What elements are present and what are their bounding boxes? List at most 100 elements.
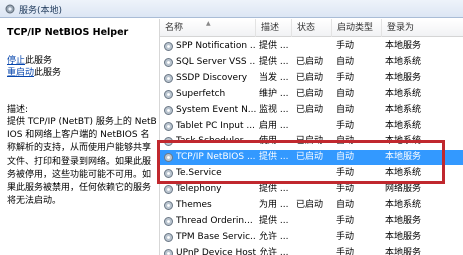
service-row[interactable]: Superfetch 维护 ... 已启动 自动 本地系统 xyxy=(160,87,463,102)
service-row[interactable]: Tablet PC Input ... 启用 ... 手动 本地系统 xyxy=(160,119,463,134)
service-startup-type: 自动 xyxy=(336,88,355,99)
service-gear-icon xyxy=(163,41,174,52)
service-logon-as: 本地系统 xyxy=(385,88,422,99)
list-header: 名称 ▲ 描述 状态 启动类型 登录为 xyxy=(160,19,463,37)
service-desc: 监视 ... xyxy=(259,104,289,115)
service-desc: 维护 ... xyxy=(259,88,289,99)
service-name: SSDP Discovery xyxy=(176,72,248,83)
service-logon-as: 本地服务 xyxy=(385,72,422,83)
service-row[interactable]: SSDP Discovery 当发 ... 已启动 手动 本地服务 xyxy=(160,71,463,86)
service-gear-icon xyxy=(163,248,174,255)
column-header-description[interactable]: 描述 xyxy=(256,19,292,37)
service-row[interactable]: SPP Notification ... 提供 ... 手动 本地服务 xyxy=(160,39,463,54)
service-status xyxy=(296,230,331,245)
service-logon-as: 网络服务 xyxy=(385,184,422,195)
service-startup-type: 自动 xyxy=(336,104,355,115)
service-gear-icon xyxy=(163,232,174,243)
service-gear-icon xyxy=(163,200,174,211)
service-status xyxy=(296,166,331,181)
service-name: TPM Base Servic... xyxy=(176,231,256,242)
service-logon-as: 本地系统 xyxy=(385,120,422,131)
service-row[interactable]: Themes 为用 ... 已启动 自动 本地系统 xyxy=(160,198,463,213)
service-name: Task Scheduler xyxy=(176,136,244,147)
service-logon-as: 本地系统 xyxy=(385,56,422,67)
service-name: Thread Orderin... xyxy=(176,215,253,226)
service-status: 已启动 xyxy=(296,152,324,163)
column-header-name-label: 名称 xyxy=(165,23,184,33)
service-name: UPnP Device Host xyxy=(176,247,256,255)
service-startup-type: 自动 xyxy=(336,56,355,67)
service-description: 提供 TCP/IP (NetBT) 服务上的 NetBIOS 和网络上客户端的 … xyxy=(7,117,157,207)
restart-link[interactable]: 重启动 xyxy=(7,68,34,78)
panel-title: 服务(本地) xyxy=(19,6,63,16)
column-header-status[interactable]: 状态 xyxy=(292,19,332,37)
service-name: TCP/IP NetBIOS ... xyxy=(176,152,256,163)
service-desc: 提供 ... xyxy=(259,41,289,51)
service-name: SQL Server VSS ... xyxy=(176,56,256,67)
service-status xyxy=(296,119,331,134)
service-logon-as: 本地系统 xyxy=(385,200,422,210)
service-row[interactable]: TCP/IP NetBIOS ... 提供 ... 已启动 自动 本地服务 xyxy=(160,150,463,166)
service-startup-type: 手动 xyxy=(336,231,355,242)
service-row[interactable]: Te.Service 手动 本地系统 xyxy=(160,166,463,181)
service-status: 已启动 xyxy=(296,136,324,147)
service-logon-as: 本地服务 xyxy=(385,41,422,51)
service-startup-type: 手动 xyxy=(336,168,355,179)
sort-up-icon: ▲ xyxy=(206,20,211,27)
service-logon-as: 本地系统 xyxy=(385,104,422,115)
service-title: TCP/IP NetBIOS Helper xyxy=(7,27,129,38)
service-desc: 为用 ... xyxy=(259,200,289,210)
service-gear-icon xyxy=(163,168,174,179)
service-status xyxy=(296,214,331,229)
service-gear-icon xyxy=(163,105,174,116)
service-details-pane: TCP/IP NetBIOS Helper 停止此服务 重启动此服务 描述: 提… xyxy=(0,19,159,255)
restart-link-suffix: 此服务 xyxy=(34,68,62,78)
column-header-logon-as[interactable]: 登录为 xyxy=(382,19,463,37)
service-desc: 提供 ... xyxy=(259,56,289,67)
service-startup-type: 自动 xyxy=(336,200,355,210)
column-header-startup-type[interactable]: 启动类型 xyxy=(332,19,382,37)
services-list: 名称 ▲ 描述 状态 启动类型 登录为 SPP Notification ...… xyxy=(160,19,463,255)
restart-service-action: 重启动此服务 xyxy=(7,65,61,78)
service-logon-as: 本地服务 xyxy=(385,215,422,226)
service-row[interactable]: Telephony 提供 ... 手动 网络服务 xyxy=(160,182,463,197)
service-gear-icon xyxy=(163,184,174,195)
service-desc: 允许 ... xyxy=(259,231,289,242)
service-startup-type: 手动 xyxy=(336,184,355,195)
service-row[interactable]: SQL Server VSS ... 提供 ... 已启动 自动 本地系统 xyxy=(160,55,463,70)
column-header-startup-type-label: 启动类型 xyxy=(337,23,374,33)
service-name: System Event N... xyxy=(176,104,256,115)
service-gear-icon xyxy=(163,136,174,147)
service-startup-type: 手动 xyxy=(336,120,355,131)
service-startup-type: 手动 xyxy=(336,41,355,51)
service-status xyxy=(296,182,331,197)
service-row[interactable]: Task Scheduler 使用 ... 已启动 自动 本地系统 xyxy=(160,134,463,149)
service-row[interactable]: Thread Orderin... 提供 ... 手动 本地服务 xyxy=(160,214,463,229)
service-gear-icon xyxy=(163,216,174,227)
service-status: 已启动 xyxy=(296,104,324,115)
service-gear-icon xyxy=(163,57,174,68)
service-startup-type: 自动 xyxy=(336,152,355,163)
service-status: 已启动 xyxy=(296,88,324,99)
service-logon-as: 本地系统 xyxy=(385,168,422,179)
service-name: SPP Notification ... xyxy=(176,41,256,51)
service-desc: 使用 ... xyxy=(259,136,289,147)
service-name: Themes xyxy=(176,200,212,210)
service-startup-type: 手动 xyxy=(336,72,355,83)
service-startup-type: 手动 xyxy=(336,215,355,226)
service-gear-icon xyxy=(163,152,174,163)
service-status xyxy=(296,246,331,255)
service-logon-as: 本地服务 xyxy=(385,231,422,242)
service-row[interactable]: TPM Base Servic... 允许 ... 手动 本地服务 xyxy=(160,230,463,245)
service-status: 已启动 xyxy=(296,56,324,67)
panel-title-bar: 服务(本地) xyxy=(0,0,463,18)
column-header-logon-as-label: 登录为 xyxy=(387,23,415,33)
gear-icon xyxy=(5,4,15,14)
service-row[interactable]: System Event N... 监视 ... 已启动 自动 本地系统 xyxy=(160,103,463,118)
service-name: Tablet PC Input ... xyxy=(176,120,255,131)
service-row[interactable]: UPnP Device Host 允许 ... 手动 本地服务 xyxy=(160,246,463,255)
service-desc: 提供 ... xyxy=(259,152,289,163)
service-status xyxy=(296,39,331,54)
description-label: 描述: xyxy=(7,105,29,115)
service-status: 已启动 xyxy=(296,200,324,210)
